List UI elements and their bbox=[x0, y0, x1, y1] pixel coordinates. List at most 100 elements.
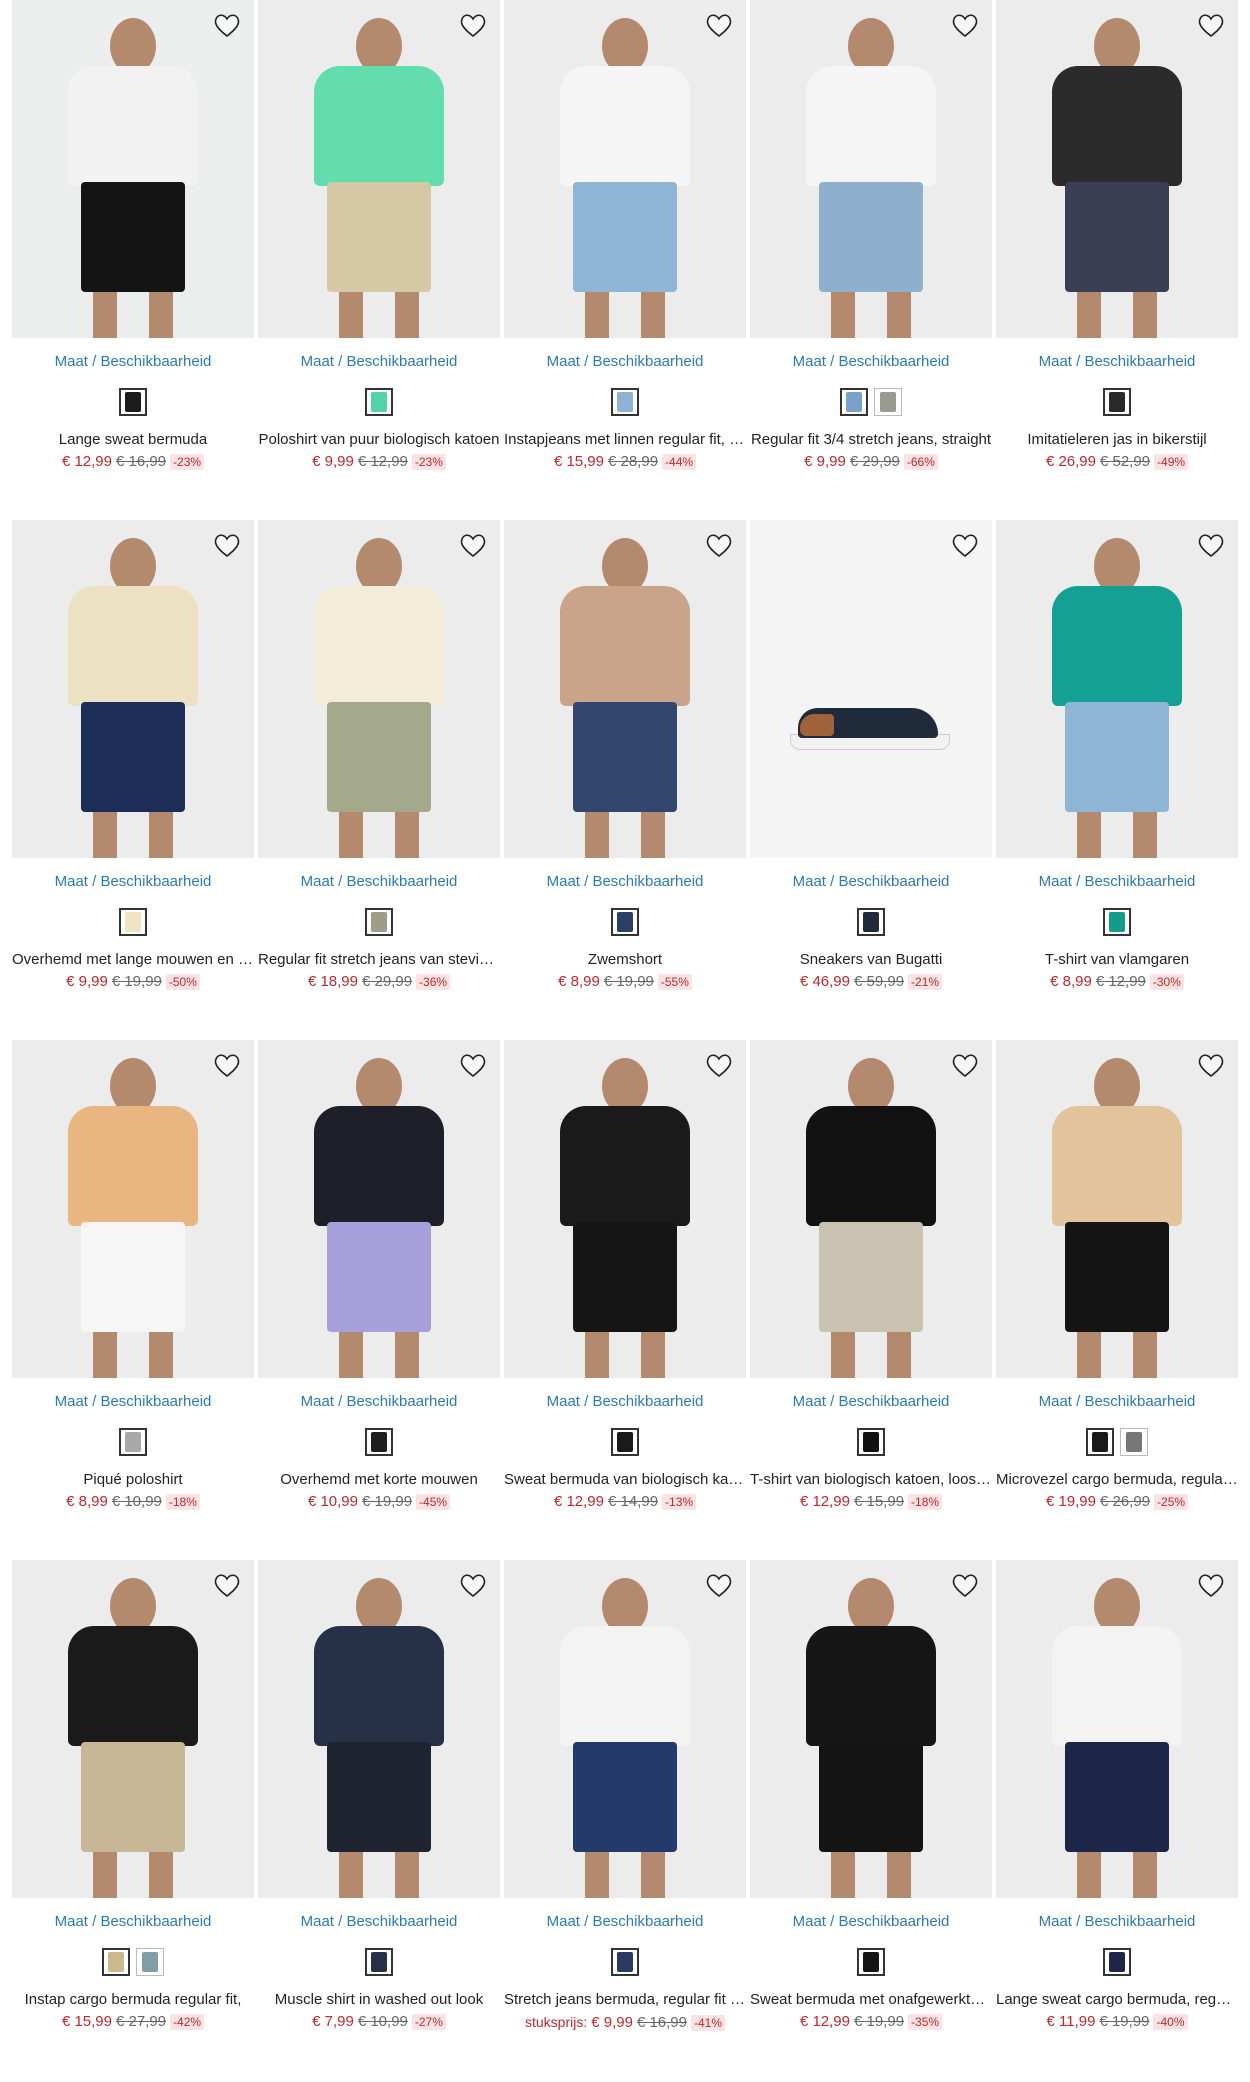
color-swatch[interactable] bbox=[1103, 908, 1131, 936]
color-swatch[interactable] bbox=[611, 908, 639, 936]
product-card[interactable]: Maat / Beschikbaarheid Lange sweat bermud… bbox=[12, 0, 254, 520]
product-image[interactable] bbox=[996, 0, 1238, 338]
color-swatch[interactable] bbox=[1120, 1428, 1148, 1456]
product-name[interactable]: Sweat bermuda met onafgewerkte zoom bbox=[750, 1990, 992, 2010]
size-availability-link[interactable]: Maat / Beschikbaarheid bbox=[258, 1912, 500, 1932]
product-card[interactable]: Maat / Beschikbaarheid Sweat bermuda van … bbox=[504, 1040, 746, 1560]
product-image[interactable] bbox=[996, 1560, 1238, 1898]
product-image[interactable] bbox=[504, 520, 746, 858]
product-card[interactable]: Maat / Beschikbaarheid Poloshirt van puur… bbox=[258, 0, 500, 520]
product-name[interactable]: Piqué poloshirt bbox=[12, 1470, 254, 1490]
color-swatch[interactable] bbox=[857, 1428, 885, 1456]
product-card[interactable]: Maat / Beschikbaarheid T-shirt van vlamga… bbox=[996, 520, 1238, 1040]
product-card[interactable]: Maat / Beschikbaarheid Piqué poloshirt € 8… bbox=[12, 1040, 254, 1560]
product-card[interactable]: Maat / Beschikbaarheid Overhemd met korte… bbox=[258, 1040, 500, 1560]
size-availability-link[interactable]: Maat / Beschikbaarheid bbox=[504, 352, 746, 372]
product-card[interactable]: Maat / Beschikbaarheid Lange sweat cargo … bbox=[996, 1560, 1238, 2080]
size-availability-link[interactable]: Maat / Beschikbaarheid bbox=[12, 1912, 254, 1932]
color-swatch[interactable] bbox=[611, 1948, 639, 1976]
product-name[interactable]: Instap cargo bermuda regular fit, bbox=[12, 1990, 254, 2010]
color-swatch[interactable] bbox=[365, 1948, 393, 1976]
wishlist-heart-icon[interactable] bbox=[1196, 10, 1226, 40]
product-name[interactable]: Microvezel cargo bermuda, regular fit bbox=[996, 1470, 1238, 1490]
product-card[interactable]: Maat / Beschikbaarheid Sweat bermuda met … bbox=[750, 1560, 992, 2080]
color-swatch[interactable] bbox=[119, 388, 147, 416]
product-image[interactable] bbox=[504, 1040, 746, 1378]
product-name[interactable]: Regular fit stretch jeans van stevig den… bbox=[258, 950, 500, 970]
product-name[interactable]: Imitatieleren jas in bikerstijl bbox=[996, 430, 1238, 450]
product-name[interactable]: T-shirt van biologisch katoen, loose fit bbox=[750, 1470, 992, 1490]
product-image[interactable] bbox=[12, 1560, 254, 1898]
size-availability-link[interactable]: Maat / Beschikbaarheid bbox=[258, 872, 500, 892]
product-image[interactable] bbox=[504, 0, 746, 338]
wishlist-heart-icon[interactable] bbox=[458, 10, 488, 40]
color-swatch[interactable] bbox=[102, 1948, 130, 1976]
product-card[interactable]: Maat / Beschikbaarheid Regular fit stretc… bbox=[258, 520, 500, 1040]
product-image[interactable] bbox=[750, 1560, 992, 1898]
wishlist-heart-icon[interactable] bbox=[458, 1570, 488, 1600]
product-name[interactable]: Lange sweat cargo bermuda, regular fit bbox=[996, 1990, 1238, 2010]
wishlist-heart-icon[interactable] bbox=[212, 10, 242, 40]
product-card[interactable]: Maat / Beschikbaarheid Imitatieleren jas … bbox=[996, 0, 1238, 520]
wishlist-heart-icon[interactable] bbox=[458, 530, 488, 560]
product-image[interactable] bbox=[750, 1040, 992, 1378]
product-card[interactable]: Maat / Beschikbaarheid Microvezel cargo b… bbox=[996, 1040, 1238, 1560]
product-image[interactable] bbox=[258, 1040, 500, 1378]
product-card[interactable]: Maat / Beschikbaarheid Muscle shirt in wa… bbox=[258, 1560, 500, 2080]
size-availability-link[interactable]: Maat / Beschikbaarheid bbox=[750, 872, 992, 892]
wishlist-heart-icon[interactable] bbox=[212, 1050, 242, 1080]
product-name[interactable]: Zwemshort bbox=[504, 950, 746, 970]
wishlist-heart-icon[interactable] bbox=[704, 530, 734, 560]
color-swatch[interactable] bbox=[611, 388, 639, 416]
product-card[interactable]: Maat / Beschikbaarheid Instap cargo bermu… bbox=[12, 1560, 254, 2080]
product-name[interactable]: T-shirt van vlamgaren bbox=[996, 950, 1238, 970]
color-swatch[interactable] bbox=[365, 908, 393, 936]
color-swatch[interactable] bbox=[840, 388, 868, 416]
product-name[interactable]: Sneakers van Bugatti bbox=[750, 950, 992, 970]
color-swatch[interactable] bbox=[119, 908, 147, 936]
wishlist-heart-icon[interactable] bbox=[1196, 1570, 1226, 1600]
size-availability-link[interactable]: Maat / Beschikbaarheid bbox=[12, 872, 254, 892]
size-availability-link[interactable]: Maat / Beschikbaarheid bbox=[996, 872, 1238, 892]
wishlist-heart-icon[interactable] bbox=[950, 1050, 980, 1080]
wishlist-heart-icon[interactable] bbox=[950, 1570, 980, 1600]
wishlist-heart-icon[interactable] bbox=[704, 1050, 734, 1080]
wishlist-heart-icon[interactable] bbox=[704, 10, 734, 40]
size-availability-link[interactable]: Maat / Beschikbaarheid bbox=[750, 1912, 992, 1932]
wishlist-heart-icon[interactable] bbox=[458, 1050, 488, 1080]
color-swatch[interactable] bbox=[136, 1948, 164, 1976]
color-swatch[interactable] bbox=[1103, 388, 1131, 416]
wishlist-heart-icon[interactable] bbox=[212, 1570, 242, 1600]
product-image[interactable] bbox=[996, 1040, 1238, 1378]
size-availability-link[interactable]: Maat / Beschikbaarheid bbox=[750, 352, 992, 372]
size-availability-link[interactable]: Maat / Beschikbaarheid bbox=[750, 1392, 992, 1412]
wishlist-heart-icon[interactable] bbox=[212, 530, 242, 560]
wishlist-heart-icon[interactable] bbox=[1196, 530, 1226, 560]
product-name[interactable]: Lange sweat bermuda bbox=[12, 430, 254, 450]
product-image[interactable] bbox=[258, 1560, 500, 1898]
color-swatch[interactable] bbox=[611, 1428, 639, 1456]
size-availability-link[interactable]: Maat / Beschikbaarheid bbox=[996, 1912, 1238, 1932]
product-name[interactable]: Stretch jeans bermuda, regular fit (2-de… bbox=[504, 1990, 746, 2010]
product-image[interactable] bbox=[996, 520, 1238, 858]
color-swatch[interactable] bbox=[119, 1428, 147, 1456]
size-availability-link[interactable]: Maat / Beschikbaarheid bbox=[504, 1912, 746, 1932]
size-availability-link[interactable]: Maat / Beschikbaarheid bbox=[258, 1392, 500, 1412]
size-availability-link[interactable]: Maat / Beschikbaarheid bbox=[504, 872, 746, 892]
product-image[interactable] bbox=[750, 0, 992, 338]
product-image[interactable] bbox=[12, 0, 254, 338]
size-availability-link[interactable]: Maat / Beschikbaarheid bbox=[996, 352, 1238, 372]
product-name[interactable]: Sweat bermuda van biologisch katoen bbox=[504, 1470, 746, 1490]
wishlist-heart-icon[interactable] bbox=[950, 530, 980, 560]
product-card[interactable]: Maat / Beschikbaarheid Regular fit 3/4 st… bbox=[750, 0, 992, 520]
product-card[interactable]: Maat / Beschikbaarheid T-shirt van biolog… bbox=[750, 1040, 992, 1560]
product-name[interactable]: Poloshirt van puur biologisch katoen bbox=[258, 430, 500, 450]
color-swatch[interactable] bbox=[1103, 1948, 1131, 1976]
product-name[interactable]: Muscle shirt in washed out look bbox=[258, 1990, 500, 2010]
size-availability-link[interactable]: Maat / Beschikbaarheid bbox=[12, 352, 254, 372]
product-card[interactable]: Maat / Beschikbaarheid Sneakers van Bugat… bbox=[750, 520, 992, 1040]
product-image[interactable] bbox=[750, 520, 992, 858]
color-swatch[interactable] bbox=[857, 908, 885, 936]
product-card[interactable]: Maat / Beschikbaarheid Overhemd met lange… bbox=[12, 520, 254, 1040]
color-swatch[interactable] bbox=[1086, 1428, 1114, 1456]
